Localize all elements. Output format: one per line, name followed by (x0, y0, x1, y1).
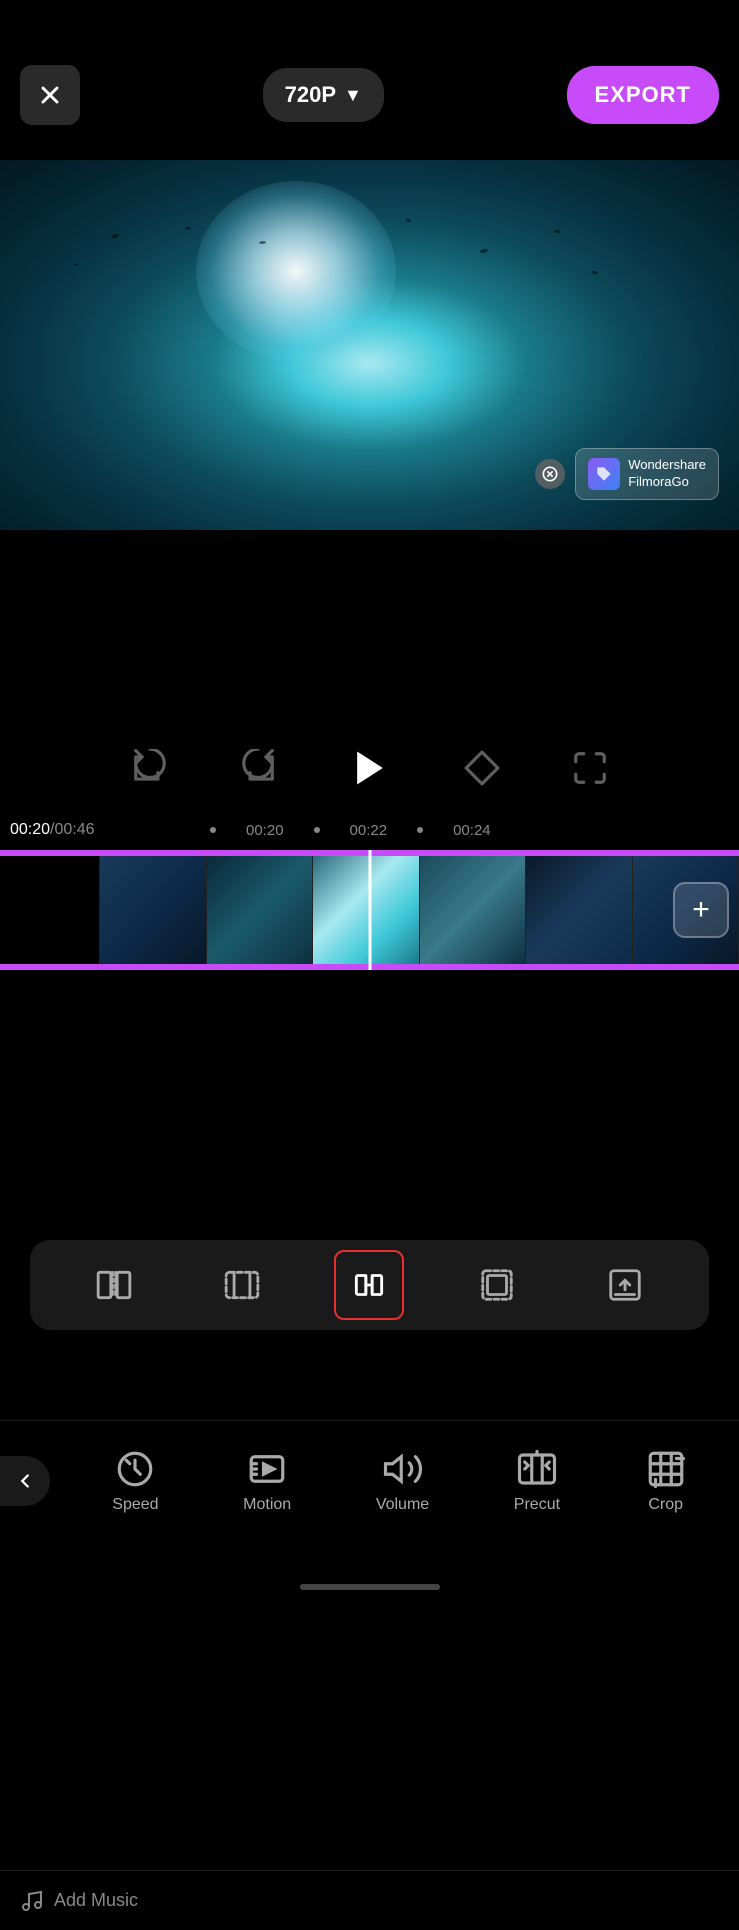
crop-label: Crop (648, 1496, 683, 1514)
time-marker-3: 00:24 (453, 822, 491, 839)
back-arrow-button[interactable] (0, 1456, 50, 1506)
cut-tool-button[interactable] (334, 1250, 404, 1320)
video-track[interactable]: + (0, 850, 739, 970)
dot-1 (210, 827, 216, 833)
time-marker-1: 00:20 (246, 822, 284, 839)
nav-item-precut[interactable]: Precut (514, 1448, 560, 1514)
clip-thumb-2 (207, 856, 314, 964)
time-marker-2: 00:22 (350, 822, 388, 839)
crop-trim-tool-button[interactable] (462, 1250, 532, 1320)
precut-icon (516, 1448, 558, 1490)
export-label: EXPORT (595, 82, 691, 107)
video-preview: WondershareFilmoraGo (0, 160, 739, 530)
play-button[interactable] (342, 740, 398, 796)
watermark-text: WondershareFilmoraGo (628, 457, 706, 491)
redo-button[interactable] (234, 744, 282, 792)
replace-tool-button[interactable] (590, 1250, 660, 1320)
add-clip-button[interactable]: + (673, 882, 729, 938)
resolution-selector[interactable]: 720P ▼ (263, 68, 384, 122)
export-button[interactable]: EXPORT (567, 66, 719, 124)
dot-2 (314, 827, 320, 833)
splash-visual (196, 181, 396, 361)
nav-item-speed[interactable]: Speed (112, 1448, 158, 1514)
clip-thumb-5 (526, 856, 633, 964)
volume-icon (382, 1448, 424, 1490)
speed-icon (114, 1448, 156, 1490)
diamond-tool-button[interactable] (458, 744, 506, 792)
crop-icon (645, 1448, 687, 1490)
dot-3 (417, 827, 423, 833)
motion-label: Motion (243, 1496, 291, 1514)
add-music-label: Add Music (54, 1890, 138, 1911)
add-clip-wrap: + (673, 882, 729, 938)
clip-thumb-empty (0, 856, 100, 964)
speed-label: Speed (112, 1496, 158, 1514)
nav-item-volume[interactable]: Volume (376, 1448, 429, 1514)
bottom-nav: Speed Motion Volume (0, 1420, 739, 1540)
filmora-watermark: WondershareFilmoraGo (575, 448, 719, 500)
precut-label: Precut (514, 1496, 560, 1514)
watermark-close-button[interactable] (535, 459, 565, 489)
resolution-label: 720P (285, 82, 336, 108)
motion-icon (246, 1448, 288, 1490)
total-time: /00:46 (50, 821, 94, 839)
home-indicator (300, 1584, 440, 1590)
music-icon (20, 1889, 44, 1913)
plus-icon: + (692, 895, 710, 925)
watermark: WondershareFilmoraGo (535, 448, 719, 500)
clip-thumb-1 (100, 856, 207, 964)
video-frame: WondershareFilmoraGo (0, 160, 739, 530)
chevron-down-icon: ▼ (344, 85, 362, 106)
clip-thumb-3 (313, 856, 420, 964)
nav-item-motion[interactable]: Motion (243, 1448, 291, 1514)
clip-thumb-4 (420, 856, 527, 964)
add-music-bar[interactable]: Add Music (0, 1870, 739, 1930)
top-bar: 720P ▼ EXPORT (0, 0, 739, 160)
filmora-icon (588, 458, 620, 490)
nav-item-crop[interactable]: Crop (645, 1448, 687, 1514)
fullscreen-button[interactable] (566, 744, 614, 792)
empty-space (0, 530, 739, 730)
edit-tools-strip (30, 1240, 709, 1330)
undo-button[interactable] (126, 744, 174, 792)
timeline-ruler: 00:20 /00:46 00:20 00:22 00:24 (0, 810, 739, 850)
current-time: 00:20 (10, 821, 50, 839)
volume-label: Volume (376, 1496, 429, 1514)
close-button[interactable] (20, 65, 80, 125)
nav-items: Speed Motion Volume (60, 1448, 739, 1514)
playhead (368, 850, 371, 970)
time-markers: 00:20 00:22 00:24 (180, 822, 739, 839)
split-tool-button[interactable] (79, 1250, 149, 1320)
playback-controls (0, 730, 739, 806)
timeline-area[interactable]: + Add Music (0, 850, 739, 1020)
trim-tool-button[interactable] (207, 1250, 277, 1320)
